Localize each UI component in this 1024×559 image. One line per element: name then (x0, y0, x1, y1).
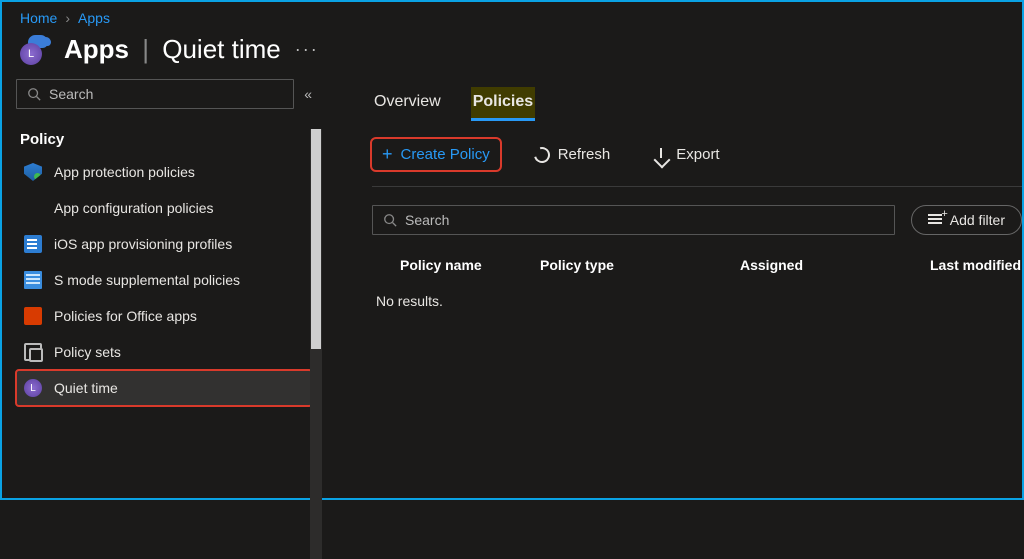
refresh-icon (531, 144, 553, 166)
filter-icon (928, 214, 942, 226)
document-icon (24, 235, 42, 253)
sidebar-section-policy: Policy (20, 131, 312, 148)
search-placeholder: Search (405, 212, 449, 228)
grid-icon (24, 199, 42, 217)
create-policy-label: Create Policy (401, 146, 490, 163)
page-header: L Apps | Quiet time ··· (2, 30, 1022, 79)
sidebar-item-app-protection-policies[interactable]: App protection policies (16, 154, 312, 190)
collapse-sidebar-button[interactable]: « (304, 86, 312, 102)
tab-bar: Overview Policies (372, 79, 1022, 121)
sidebar-item-office-app-policies[interactable]: Policies for Office apps (16, 298, 312, 334)
sidebar-item-label: Policies for Office apps (54, 308, 197, 324)
sidebar-scrollbar[interactable] (310, 129, 322, 559)
sidebar-search-input[interactable]: Search (16, 79, 294, 109)
breadcrumb-home[interactable]: Home (20, 10, 57, 26)
scrollbar-thumb[interactable] (311, 129, 321, 349)
download-icon (654, 148, 668, 162)
search-icon (383, 213, 397, 227)
search-placeholder: Search (49, 86, 93, 102)
column-assigned[interactable]: Assigned (740, 257, 930, 273)
breadcrumb: Home › Apps (2, 2, 1022, 30)
title-main: Apps (64, 34, 129, 64)
refresh-button[interactable]: Refresh (524, 141, 621, 168)
add-filter-label: Add filter (950, 212, 1005, 228)
main-content: Overview Policies Create Policy Refresh … (322, 79, 1022, 485)
sidebar-item-s-mode-policies[interactable]: S mode supplemental policies (16, 262, 312, 298)
sidebar-item-label: App configuration policies (54, 200, 214, 216)
sidebar-item-label: iOS app provisioning profiles (54, 236, 232, 252)
export-button[interactable]: Export (644, 141, 729, 168)
table-empty-state: No results. (372, 283, 1022, 309)
clock-icon: L (24, 379, 42, 397)
column-policy-type[interactable]: Policy type (540, 257, 740, 273)
refresh-label: Refresh (558, 146, 611, 163)
table-header: Policy name Policy type Assigned Last mo… (372, 249, 1022, 283)
list-icon (24, 271, 42, 289)
sidebar-item-label: App protection policies (54, 164, 195, 180)
plus-icon (382, 144, 393, 165)
quiet-time-app-icon: L (20, 35, 50, 65)
office-icon (24, 307, 42, 325)
sidebar: Search « Policy App protection policies … (2, 79, 322, 485)
add-filter-button[interactable]: Add filter (911, 205, 1022, 235)
sidebar-item-app-configuration-policies[interactable]: App configuration policies (16, 190, 312, 226)
sidebar-item-quiet-time[interactable]: L Quiet time (16, 370, 312, 406)
create-policy-button[interactable]: Create Policy (372, 139, 500, 170)
policies-search-input[interactable]: Search (372, 205, 895, 235)
search-icon (27, 87, 41, 101)
column-last-modified[interactable]: Last modified (930, 257, 1022, 273)
shield-icon (24, 163, 42, 181)
sidebar-item-policy-sets[interactable]: Policy sets (16, 334, 312, 370)
more-actions-button[interactable]: ··· (295, 39, 319, 60)
sidebar-item-label: Quiet time (54, 380, 118, 396)
title-sub: Quiet time (162, 34, 281, 64)
page-title: Apps | Quiet time (64, 34, 281, 65)
export-label: Export (676, 146, 719, 163)
breadcrumb-apps[interactable]: Apps (78, 10, 110, 26)
toolbar: Create Policy Refresh Export (372, 121, 1022, 187)
chevron-right-icon: › (65, 10, 70, 26)
sidebar-item-label: Policy sets (54, 344, 121, 360)
tab-policies[interactable]: Policies (471, 87, 535, 121)
stack-icon (24, 343, 42, 361)
sidebar-item-ios-provisioning-profiles[interactable]: iOS app provisioning profiles (16, 226, 312, 262)
filter-row: Search Add filter (372, 187, 1022, 249)
sidebar-item-label: S mode supplemental policies (54, 272, 240, 288)
tab-overview[interactable]: Overview (372, 87, 443, 121)
column-policy-name[interactable]: Policy name (400, 257, 540, 273)
